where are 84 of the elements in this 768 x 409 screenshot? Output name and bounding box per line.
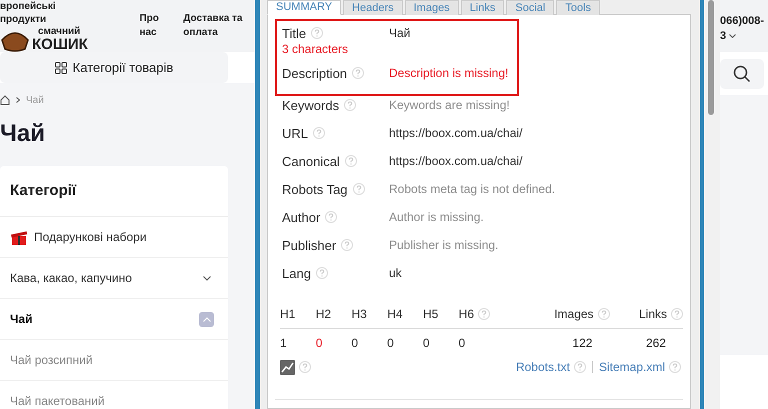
category-item[interactable]: Подарункові набори (0, 217, 228, 258)
field-note: 3 characters (282, 42, 350, 57)
table-cell: 0 (316, 336, 322, 350)
scrollbar[interactable] (704, 0, 720, 409)
column-header: H2 (316, 307, 332, 321)
tab[interactable]: Images (404, 0, 459, 15)
file-link[interactable]: Sitemap.xml (598, 360, 665, 374)
help-icon[interactable] (352, 183, 365, 195)
tab[interactable]: Tools (556, 0, 600, 15)
table-cell: 1 (280, 336, 287, 350)
chevron-icon (16, 97, 20, 103)
help-icon[interactable] (299, 361, 311, 373)
nav-link[interactable]: Про нас (139, 12, 176, 40)
nav-link[interactable]: Доставка та оплата (183, 12, 255, 40)
help-icon[interactable] (669, 361, 681, 373)
field-label: Canonical (282, 154, 340, 168)
column-header: Links (638, 307, 667, 321)
tab[interactable]: Social (506, 0, 554, 15)
tab[interactable]: Headers (343, 0, 403, 15)
column-header: Images (554, 307, 594, 321)
search-button[interactable] (720, 58, 764, 88)
field-value: https://boox.com.ua/chai/ (389, 153, 522, 170)
field-label: Author (282, 210, 320, 224)
category-item[interactable]: Чай пакетований (0, 381, 228, 409)
help-icon[interactable] (574, 361, 586, 373)
field-value: Publisher is missing. (389, 237, 498, 254)
card-title: Категорії (0, 166, 228, 217)
grid-icon (54, 62, 67, 74)
column-header: H5 (422, 307, 438, 321)
logo-text: смачний (38, 27, 82, 37)
help-icon[interactable] (344, 155, 357, 167)
categories-button[interactable]: Категорії товарів (0, 52, 228, 83)
column-header: H6 (458, 307, 474, 321)
field-label: Description (282, 66, 348, 80)
field-label: Title (282, 26, 306, 40)
tagline-text: вропейські (0, 1, 57, 13)
field-label: Keywords (282, 98, 340, 112)
column-header: H3 (351, 307, 367, 321)
table-cell: 262 (646, 336, 666, 350)
tab[interactable]: Links (460, 0, 504, 15)
search-icon (733, 64, 751, 82)
field-value: Description is missing! (389, 65, 508, 82)
tagline-text: продукти (0, 14, 48, 26)
chart-icon[interactable] (280, 360, 295, 374)
table-cell: 122 (572, 336, 592, 350)
help-icon[interactable] (311, 27, 324, 39)
table-cell: 0 (422, 336, 430, 350)
category-item[interactable]: Чай (0, 299, 228, 340)
field-value: Robots meta tag is not defined. (389, 181, 556, 198)
help-icon[interactable] (341, 239, 354, 251)
chevron-up-icon[interactable] (199, 312, 214, 326)
phone-text: 066)008- (720, 15, 764, 27)
field-value: uk (389, 265, 402, 282)
column-header: H1 (280, 307, 296, 321)
help-icon[interactable] (671, 308, 683, 320)
help-icon[interactable] (325, 211, 338, 223)
help-icon[interactable] (344, 99, 356, 111)
field-label: Lang (282, 266, 311, 280)
field-label: URL (282, 126, 308, 140)
field-label: Robots Tag (282, 182, 348, 196)
tab[interactable]: SUMMARY (267, 0, 342, 15)
category-item[interactable]: Кава, какао, капучино (0, 258, 228, 299)
help-icon[interactable] (313, 127, 326, 139)
logo-text: КОШИК (32, 37, 88, 52)
table-cell: 0 (387, 336, 394, 350)
help-icon[interactable] (598, 308, 610, 320)
phone-text: 3 (720, 29, 726, 43)
home-icon[interactable] (0, 95, 10, 105)
field-value: Keywords are missing! (389, 97, 510, 114)
table-cell: 0 (458, 336, 466, 350)
file-link[interactable]: Robots.txt (516, 360, 570, 374)
field-value: https://boox.com.ua/chai/ (389, 125, 522, 142)
help-icon[interactable] (478, 308, 490, 320)
help-icon[interactable] (316, 267, 328, 279)
field-value: Author is missing. (389, 209, 484, 226)
breadcrumb-link[interactable]: Чай (26, 94, 44, 106)
chevron-down-icon[interactable] (729, 34, 736, 38)
help-icon[interactable] (352, 67, 364, 79)
page-heading: Чай (0, 119, 46, 149)
column-header: H4 (387, 307, 403, 321)
category-item[interactable]: Чай розсипний (0, 340, 228, 381)
table-cell: 0 (351, 336, 358, 350)
field-value: Чай (389, 25, 410, 42)
field-label: Publisher (282, 238, 336, 252)
